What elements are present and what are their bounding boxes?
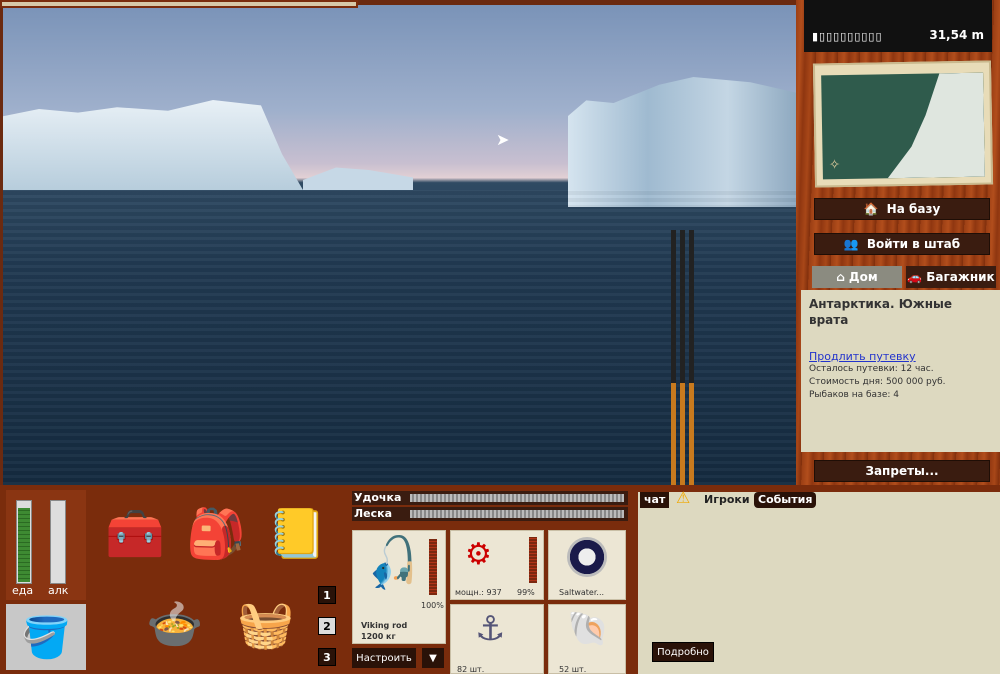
house-icon: 🏠 [863, 202, 879, 216]
bait-count: 52 шт. [559, 665, 587, 674]
dropdown-arrow-icon[interactable]: ▼ [422, 648, 444, 668]
tackle-box-icon[interactable]: 🧰 [100, 494, 170, 572]
location-info: Антарктика. Южные врата Продлить путевку… [801, 290, 1000, 452]
shell-bait-icon: 🐚 [567, 609, 610, 649]
iceberg-right [568, 77, 796, 207]
notebook-icon[interactable]: 📒 [262, 494, 332, 572]
line-tension: Леска [352, 507, 628, 521]
cast-distance: 31,54 m [929, 28, 984, 42]
battery-icon: ▮▯▯▯▯▯▯▯▯▯ [812, 30, 883, 43]
warning-icon: ⚠ [676, 488, 691, 507]
pot-icon[interactable]: 🍲 [140, 586, 210, 662]
top-status-strip [0, 0, 358, 8]
reel-slot[interactable]: ⚙ мощн.: 937 99% [450, 530, 544, 600]
iceberg-far [303, 167, 413, 190]
rod-icon: 🎣 [355, 528, 428, 600]
cursor-icon: ➤ [496, 130, 510, 149]
fishing-rod-2[interactable] [680, 230, 685, 485]
rod-name: Viking rod [361, 621, 408, 630]
iceberg-left [3, 100, 303, 190]
rod-capacity: 1200 кг [361, 632, 396, 641]
tab-players[interactable]: Игроки [700, 492, 754, 508]
hook-slot[interactable]: ⚓ 82 шт. [450, 604, 544, 674]
compass-icon: ✧ [828, 157, 841, 174]
rod-slot[interactable]: 🎣 100% Viking rod 1200 кг [352, 528, 446, 644]
enter-hq-button[interactable]: 👥 Войти в штаб [814, 233, 990, 255]
backpack-icon[interactable]: 🎒 [186, 494, 246, 572]
details-button[interactable]: Подробно [652, 642, 714, 662]
alc-label: алк [48, 584, 69, 597]
slot-1-button[interactable]: 1 [318, 586, 336, 604]
bans-button[interactable]: Запреты... [814, 460, 990, 482]
needs-panel: еда алк [6, 490, 86, 600]
alc-meter [50, 500, 66, 584]
game-viewport[interactable]: ➤ [3, 5, 796, 485]
right-panel: ▮▯▯▯▯▯▯▯▯▯ 31,54 m ✧ 🏠 На базу 👥 Войти в ш… [796, 0, 1000, 485]
line-spool-icon [567, 537, 607, 577]
sea-water[interactable] [3, 190, 796, 485]
tab-home[interactable]: ⌂ Дом [812, 266, 902, 288]
car-icon: 🚗 [907, 270, 923, 284]
food-meter [16, 500, 32, 584]
line-slot[interactable]: Saltwater... [548, 530, 626, 600]
tab-events[interactable]: События [754, 492, 817, 508]
location-title: Антарктика. Южные врата [809, 297, 953, 327]
line-name: Saltwater... [559, 588, 605, 597]
people-icon: 👥 [843, 237, 859, 251]
hooks-count: 82 шт. [457, 665, 485, 674]
fishing-rod-1[interactable] [671, 230, 676, 485]
home-icon: ⌂ [836, 270, 845, 284]
hook-icon: ⚓ [475, 609, 506, 649]
reel-durability [529, 537, 537, 583]
bait-slot[interactable]: 🐚 52 шт. [548, 604, 626, 674]
tab-chat[interactable]: чат [640, 492, 670, 508]
depth-sonar: ▮▯▯▯▯▯▯▯▯▯ 31,54 m [804, 0, 992, 52]
slot-3-button[interactable]: 3 [318, 648, 336, 666]
fishers-count: Рыбаков на базе: 4 [809, 390, 899, 400]
tab-trunk[interactable]: 🚗 Багажник [906, 266, 996, 288]
bucket-icon[interactable]: 🪣 [6, 604, 86, 670]
reel-icon: ⚙ [465, 537, 492, 572]
rod-tension: Удочка [352, 491, 628, 505]
reel-power: мощн.: 937 [455, 588, 502, 597]
slot-2-button[interactable]: 2 [318, 617, 336, 635]
fishing-rod-3[interactable] [689, 230, 694, 485]
configure-button[interactable]: Настроить [352, 648, 416, 668]
rod-durability [429, 539, 437, 595]
food-label: еда [12, 584, 34, 597]
extend-trip-link[interactable]: Продлить путевку [809, 350, 992, 363]
reel-percent: 99% [517, 588, 535, 597]
time-left: Осталось путевки: 12 час. [809, 364, 934, 374]
rod-percent: 100% [421, 601, 444, 610]
day-cost: Стоимость дня: 500 000 руб. [809, 377, 946, 387]
to-base-button[interactable]: 🏠 На базу [814, 198, 990, 220]
keepnet-icon[interactable]: 🧺 [228, 586, 304, 662]
location-map[interactable]: ✧ [812, 60, 994, 188]
